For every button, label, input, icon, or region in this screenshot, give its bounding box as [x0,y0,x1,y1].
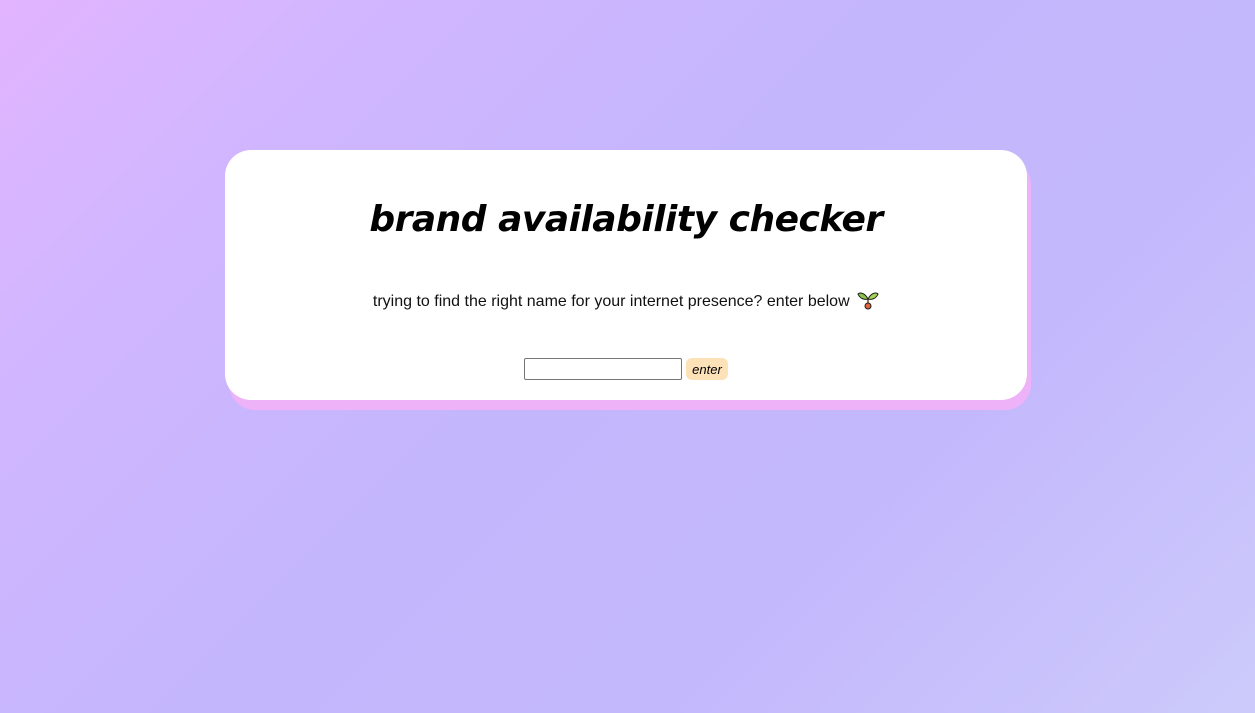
subtitle-text: trying to find the right name for your i… [372,293,850,310]
page-title: brand availability checker [369,199,883,240]
subtitle-row: trying to find the right name for your i… [225,290,1027,312]
brand-checker-card: brand availability checker trying to fin… [225,150,1027,400]
name-form: enter [225,358,1027,380]
sprout-icon [857,290,879,310]
enter-button[interactable]: enter [686,358,728,380]
brand-name-input[interactable] [524,358,683,380]
